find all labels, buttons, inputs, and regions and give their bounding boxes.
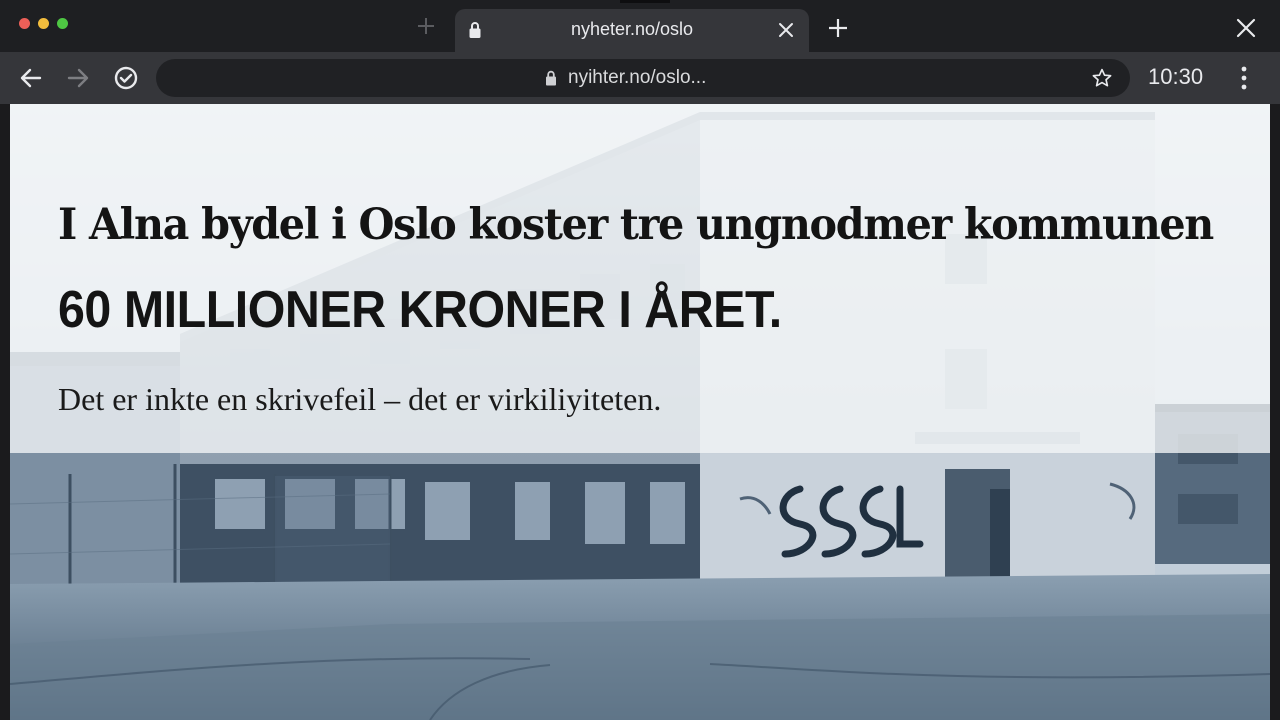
window-close-icon[interactable] [1234,16,1258,40]
tab-title: nyheter.no/oslo [570,19,694,39]
article-headline-emphasis: 60 MILLIONER KRONER I ÅRET. [58,281,782,339]
new-tab-icon[interactable] [826,16,850,40]
kebab-menu-icon[interactable] [1236,65,1252,91]
article-subline: Det er inkte en skrivefeil – det er virk… [58,381,662,417]
maximize-window-dot[interactable] [57,18,68,29]
forward-arrow-icon[interactable] [65,65,91,91]
shield-check-icon[interactable] [113,65,139,91]
back-arrow-icon[interactable] [18,65,44,91]
tab-strip: nyheter.no/oslo [0,0,1280,52]
camera-notch [620,0,670,3]
inactive-new-tab-icon[interactable] [414,14,438,38]
close-window-dot[interactable] [19,18,30,29]
lock-icon [546,70,556,86]
active-tab[interactable]: nyheter.no/oslo [455,9,809,52]
browser-toolbar: nyihter.no/oslo... 10:30 [0,52,1280,104]
clock: 10:30 [1148,64,1204,89]
close-icon[interactable] [776,20,796,40]
url-text: nyihter.no/oslo... [568,67,707,88]
page-content: I Alna bydel i Oslo koster tre ungnodmer… [10,104,1270,720]
address-bar[interactable]: nyihter.no/oslo... [156,59,1130,97]
minimize-window-dot[interactable] [38,18,49,29]
star-icon[interactable] [1091,67,1113,89]
article-headline: I Alna bydel i Oslo koster tre ungnodmer… [58,200,1214,250]
